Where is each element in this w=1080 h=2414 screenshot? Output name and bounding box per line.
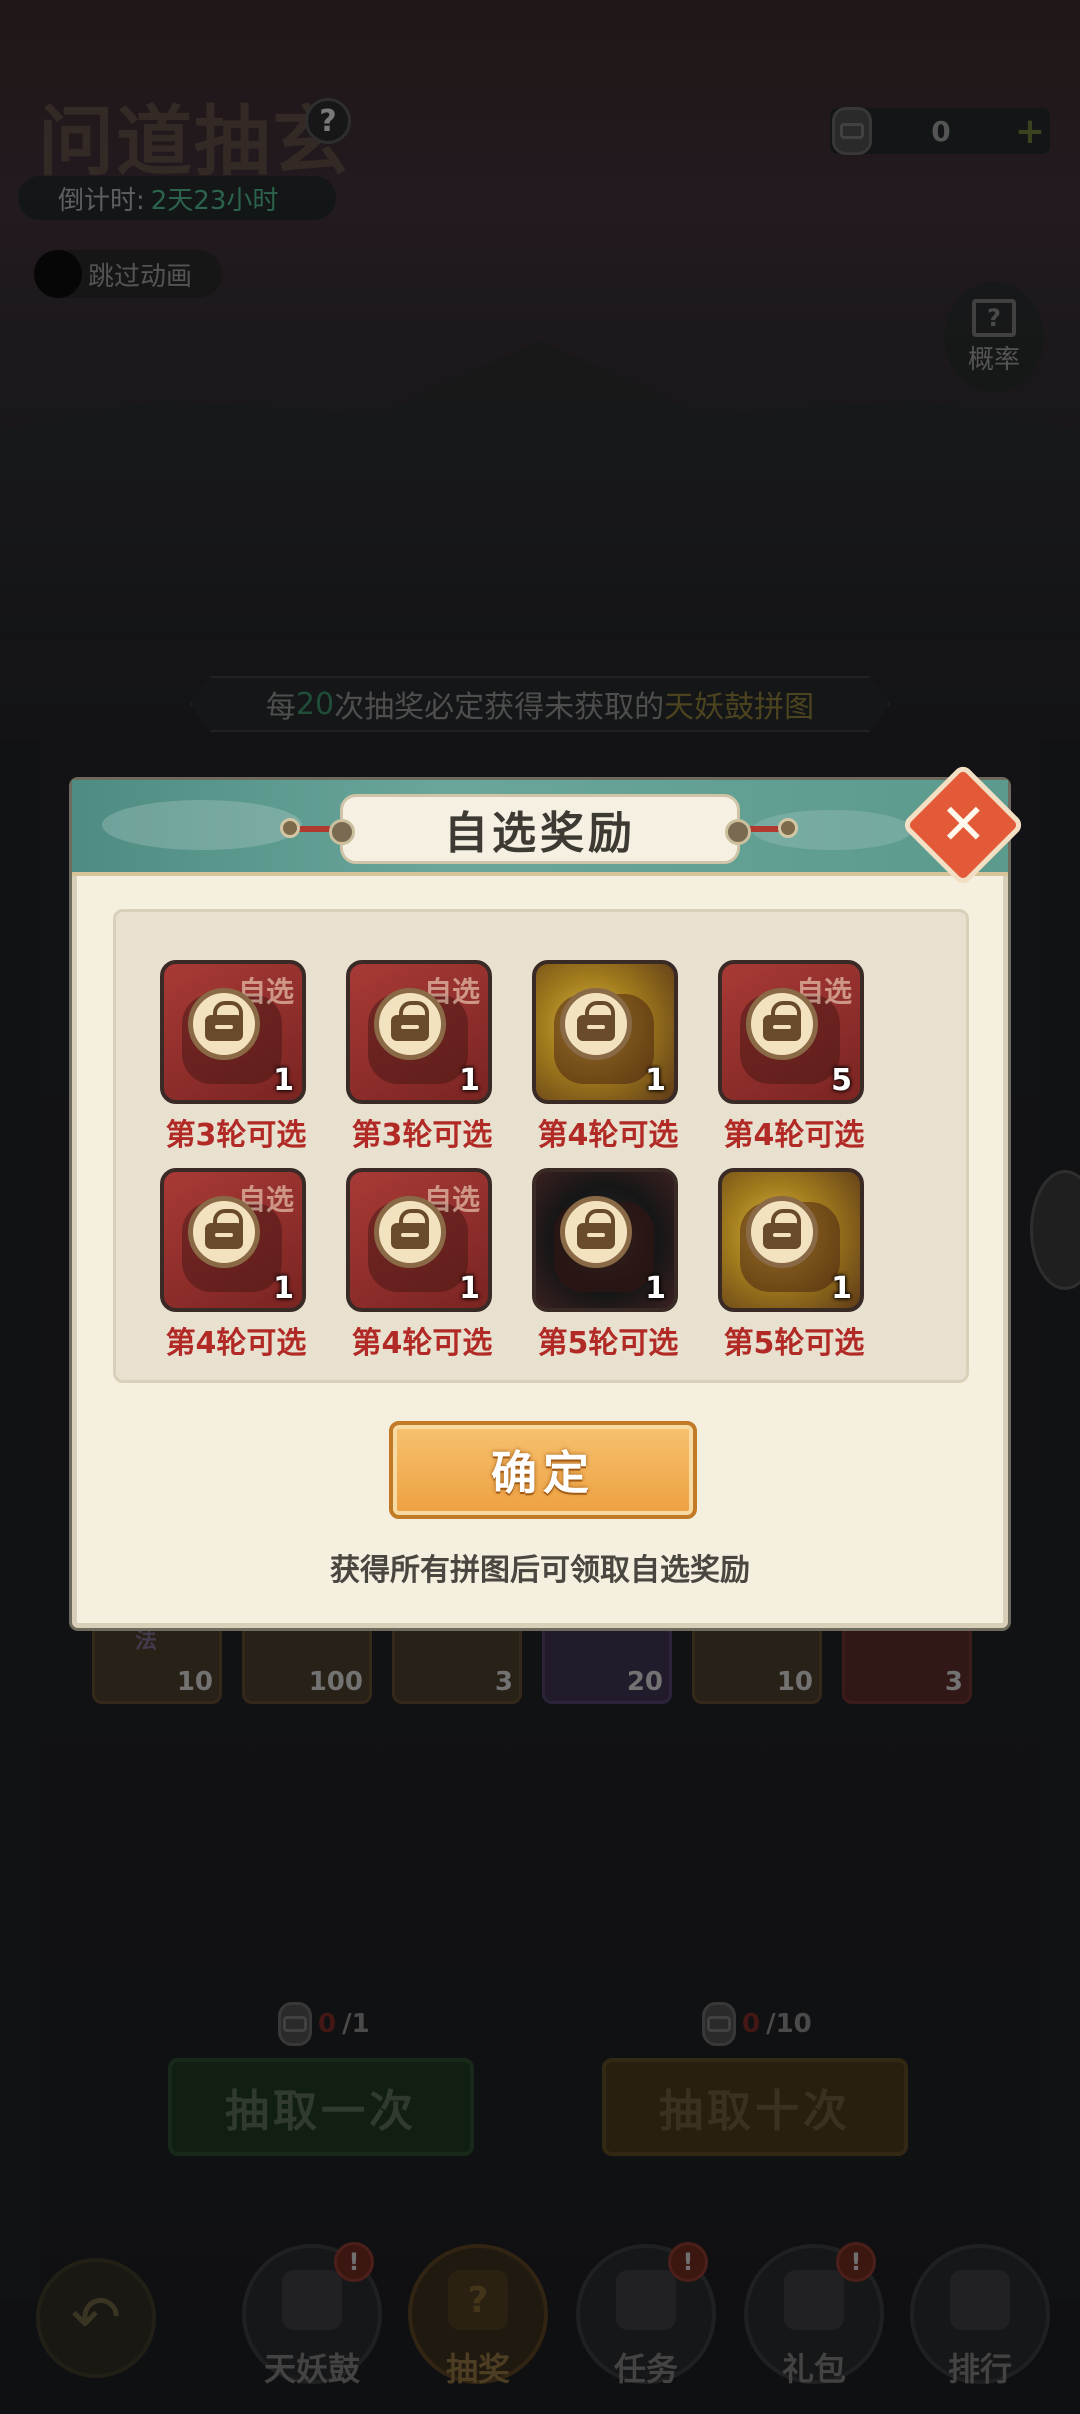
- item-quantity: 5: [831, 1063, 852, 1098]
- reward-slot[interactable]: 自选 1 第3轮可选: [116, 918, 306, 1153]
- item-quantity: 1: [273, 1271, 294, 1306]
- item-quantity: 1: [459, 1063, 480, 1098]
- unlock-condition: 第4轮可选: [165, 1326, 307, 1361]
- reward-slot[interactable]: 自选 5 第4轮可选: [674, 918, 864, 1153]
- dialog-title: 自选奖励: [329, 794, 751, 864]
- lock-icon: [188, 1196, 260, 1268]
- reward-slot[interactable]: 自选 1 第4轮可选: [116, 1126, 306, 1361]
- reward-slot[interactable]: 1 第5轮可选: [488, 1126, 678, 1361]
- item-quantity: 1: [459, 1271, 480, 1306]
- reward-slot[interactable]: 自选 1 第4轮可选: [302, 1126, 492, 1361]
- unlock-condition: 第4轮可选: [351, 1326, 493, 1361]
- knot-decoration: [280, 818, 300, 838]
- close-icon: ✕: [939, 791, 987, 857]
- confirm-button[interactable]: 确定: [389, 1421, 697, 1519]
- item-quantity: 1: [645, 1063, 666, 1098]
- claim-hint: 获得所有拼图后可领取自选奖励: [330, 1553, 750, 1588]
- cloud-decoration: [102, 800, 302, 850]
- reward-slot[interactable]: 1 第5轮可选: [674, 1126, 864, 1361]
- unlock-condition: 第5轮可选: [537, 1326, 679, 1361]
- lock-icon: [746, 988, 818, 1060]
- item-quantity: 1: [831, 1271, 852, 1306]
- lock-icon: [374, 988, 446, 1060]
- reward-slot[interactable]: 1 第4轮可选: [488, 918, 678, 1153]
- lock-icon: [560, 1196, 632, 1268]
- lock-icon: [746, 1196, 818, 1268]
- lock-icon: [374, 1196, 446, 1268]
- dialog-header: 自选奖励: [72, 780, 1008, 876]
- lock-icon: [188, 988, 260, 1060]
- item-quantity: 1: [645, 1271, 666, 1306]
- item-quantity: 1: [273, 1063, 294, 1098]
- reward-grid: 自选 1 第3轮可选 自选 1 第3轮可选 1 第4轮可选 自选 5 第4轮可选 自选 1 第4轮可选 自选…: [113, 909, 969, 1383]
- unlock-condition: 第5轮可选: [723, 1326, 865, 1361]
- knot-decoration: [778, 818, 798, 838]
- reward-slot[interactable]: 自选 1 第3轮可选: [302, 918, 492, 1153]
- lock-icon: [560, 988, 632, 1060]
- optional-reward-dialog: 自选奖励 ✕ 自选 1 第3轮可选 自选 1 第3轮可选 1 第4轮可选 自选 5 第4轮可选 自选 1…: [72, 762, 1026, 1628]
